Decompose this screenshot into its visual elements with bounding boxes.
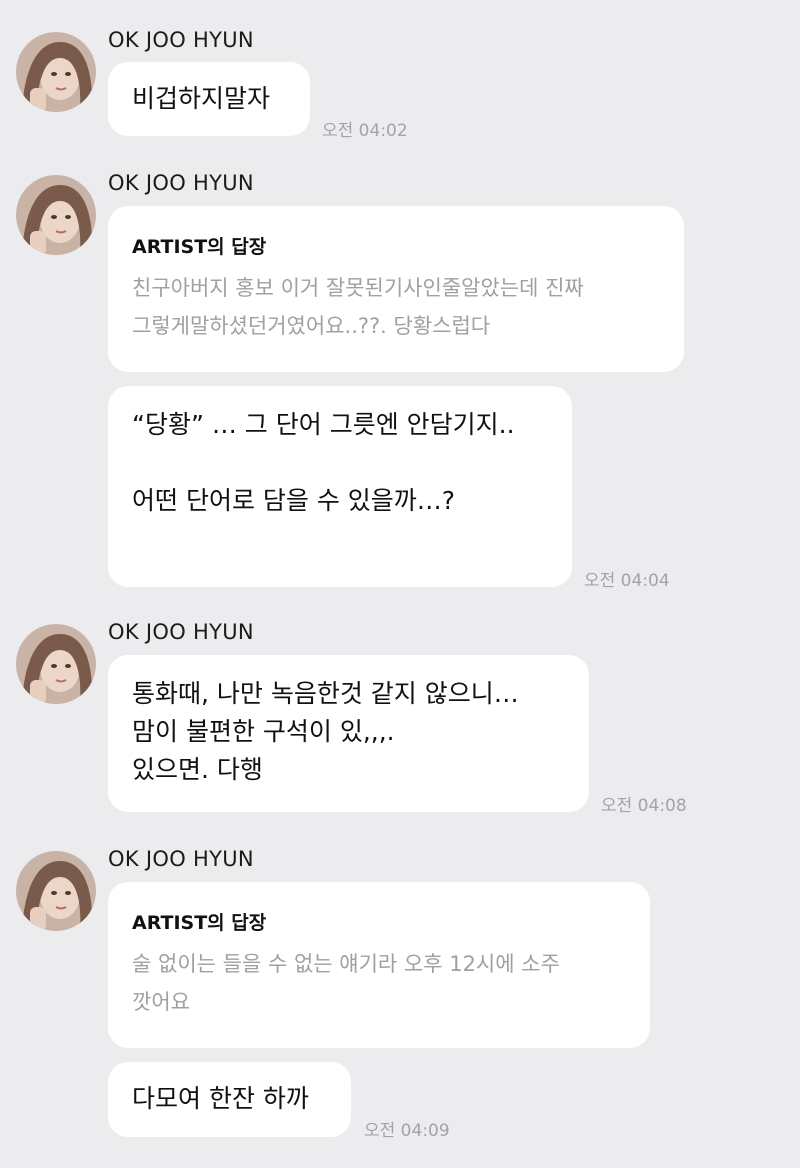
sender-name: OK JOO HYUN [108,28,254,52]
reply-title: ARTIST의 답장 [132,236,267,258]
sender-name: OK JOO HYUN [108,847,254,871]
reply-card[interactable]: ARTIST의 답장 술 없이는 들을 수 없는 얘기라 오후 12시에 소주 … [108,882,650,1048]
sender-avatar[interactable] [16,175,96,255]
sender-avatar[interactable] [16,624,96,704]
message-bubble[interactable]: 통화때, 나만 녹음한것 같지 않으니… 맘이 불편한 구석이 있,,,. 있으… [108,655,589,812]
reply-quoted-text: 친구아버지 홍보 이거 잘못된기사인줄알았는데 진짜 그렇게말하셨던거였어요..… [132,276,584,338]
message-bubble[interactable]: “당황” … 그 단어 그릇엔 안담기지.. 어떤 단어로 담을 수 있을까…? [108,386,572,587]
sender-avatar[interactable] [16,851,96,931]
message-time: 오전 04:08 [601,796,687,816]
message-time: 오전 04:09 [364,1121,450,1141]
message-text: 다모여 한잔 하까 [132,1084,309,1113]
sender-avatar[interactable] [16,32,96,112]
message-time: 오전 04:04 [584,571,670,591]
message-text: 비겁하지말자 [132,84,271,113]
reply-title: ARTIST의 답장 [132,912,267,934]
message-bubble[interactable]: 다모여 한잔 하까 [108,1062,351,1137]
message-bubble[interactable]: 비겁하지말자 [108,62,310,136]
reply-card[interactable]: ARTIST의 답장 친구아버지 홍보 이거 잘못된기사인줄알았는데 진짜 그렇… [108,206,684,372]
sender-name: OK JOO HYUN [108,171,254,195]
message-text: “당황” … 그 단어 그릇엔 안담기지.. 어떤 단어로 담을 수 있을까…? [132,410,515,515]
reply-quoted-text: 술 없이는 들을 수 없는 얘기라 오후 12시에 소주 깟어요 [132,952,560,1014]
message-time: 오전 04:02 [322,121,408,141]
sender-name: OK JOO HYUN [108,620,254,644]
message-text: 통화때, 나만 녹음한것 같지 않으니… 맘이 불편한 구석이 있,,,. 있으… [132,679,519,784]
